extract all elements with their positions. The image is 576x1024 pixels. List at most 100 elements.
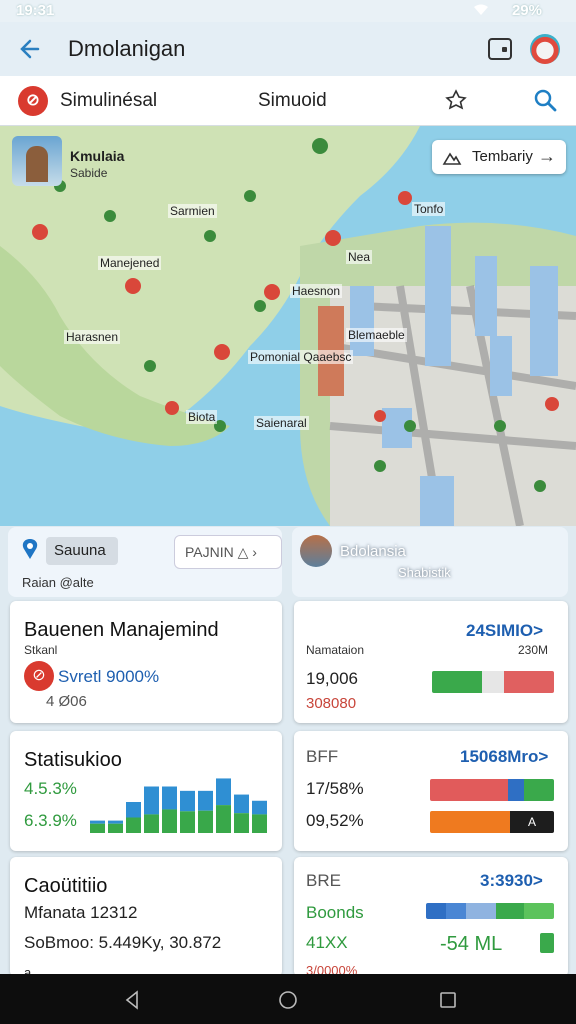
card-value-2: 41XX — [306, 933, 348, 952]
card-link[interactable]: 3:3930> — [480, 871, 543, 891]
terrain-button[interactable]: Tembariy → — [432, 140, 566, 174]
recents-icon[interactable] — [438, 990, 458, 1010]
poi-subtitle: Sabide — [70, 166, 108, 180]
chart-bar-blue — [90, 820, 105, 824]
card-title: Caoütitiio — [24, 875, 108, 897]
stat-value-1: 4.5.3% — [24, 779, 77, 798]
map-label[interactable]: Manejened — [98, 256, 162, 270]
chart-bar-green — [162, 809, 177, 833]
map-label[interactable]: Blemaeble — [346, 328, 407, 342]
chart-bar-green — [108, 823, 123, 833]
poi-title: Kmulaia — [70, 148, 125, 164]
brand-name[interactable]: Simulinésal — [60, 90, 157, 112]
chart-bar-blue — [252, 800, 267, 815]
chart-bar-blue — [126, 802, 141, 818]
chart-bar-blue — [198, 790, 213, 811]
page-title: Dmolanigan — [68, 36, 186, 61]
back-icon[interactable] — [122, 990, 142, 1010]
status-bar: 19:31 29% — [0, 0, 576, 22]
chart-bar-blue — [144, 786, 159, 815]
map-label[interactable]: Nea — [346, 250, 373, 264]
region-title: Bdolansia — [340, 543, 406, 560]
mini-bar — [540, 933, 554, 953]
system-nav-bar — [0, 974, 576, 1024]
chart-bar-green — [126, 817, 141, 833]
home-icon[interactable] — [278, 990, 298, 1010]
comparison-card[interactable]: BFF 15068Mro> 17/58% 09,52% A — [294, 731, 568, 851]
filter-select[interactable]: PAJNIN △ › — [174, 535, 282, 569]
card-title: Bauenen Manajemind — [24, 619, 219, 641]
tab-simuoid[interactable]: Simuoid — [258, 90, 327, 112]
poi-card[interactable]: Kmulaia Sabide — [12, 136, 125, 188]
top-toolbar: ⊘ Simulinésal Simuoid — [0, 76, 576, 126]
wifi-icon — [474, 4, 488, 15]
map-label[interactable]: Sarmien — [168, 204, 217, 218]
card-link[interactable]: 15068Mro> — [460, 747, 548, 767]
progress-bar — [432, 671, 554, 693]
map-label[interactable]: Tonfo — [412, 202, 446, 216]
progress-bar-1 — [430, 779, 554, 801]
chart-bar-green — [198, 810, 213, 833]
terrain-icon — [442, 152, 462, 165]
location-chip[interactable]: Sauuna — [46, 537, 118, 565]
region-thumbnail — [300, 535, 332, 567]
chart-bar-blue — [162, 786, 177, 810]
bar-chart — [90, 778, 267, 833]
location-chip-panel: Sauuna Raian @alte PAJNIN △ › — [8, 527, 282, 597]
card-label: BFF — [306, 747, 339, 766]
chart-bar-green — [144, 814, 159, 833]
card-small-right: 230M — [518, 643, 549, 657]
card-value-3: -54 ML — [440, 933, 503, 955]
chart-bar-blue — [234, 794, 249, 814]
location-pin-icon — [22, 539, 38, 559]
location-sub: Raian @alte — [22, 575, 94, 590]
region-chip-panel[interactable]: Bdolansia Shabistik — [292, 527, 568, 597]
chart-bar-blue — [216, 778, 231, 806]
metrics-card[interactable]: Namataion 24SIMIO> 230M 19,006 308080 — [294, 601, 568, 723]
region-sub: Shabistik — [398, 565, 451, 580]
favorites-icon[interactable] — [444, 88, 468, 112]
alert-icon: ⊘ — [24, 661, 54, 691]
card-value-1: 17/58% — [306, 779, 364, 798]
card-value-1: 19,006 — [306, 669, 358, 688]
card-line2: SoBmoo: 5.449Ky, 30.872 — [24, 933, 222, 952]
battery-text: 29% — [511, 2, 542, 19]
map-label[interactable]: Haesnon — [290, 284, 343, 298]
segment-bar — [426, 903, 554, 919]
chart-bar-green — [234, 813, 249, 833]
progress-bar-2: A — [430, 811, 554, 833]
poi-thumbnail — [12, 136, 62, 186]
card-link[interactable]: 24SIMIO> — [466, 621, 543, 641]
map-label[interactable]: Pomonial Qaaebsc — [248, 350, 354, 364]
terrain-label: Tembariy — [472, 148, 533, 165]
statistics-card[interactable]: Statisukioo 4.5.3% 6.3.9% — [10, 731, 282, 851]
card-title: Statisukioo — [24, 749, 122, 771]
back-arrow-icon[interactable] — [18, 36, 44, 62]
balance-card[interactable]: BRE 3:3930> Boonds 41XX -54 ML 3/0000% — [294, 857, 568, 978]
arrow-right-icon: → — [538, 146, 556, 166]
card-line1: Svretl 9000% — [58, 667, 160, 686]
card-line2: 4 Ø06 — [46, 693, 87, 710]
chart-bar-green — [216, 805, 231, 833]
capacity-card[interactable]: Caoütitiio Mfanata 12312 SoBmoo: 5.449Ky… — [10, 857, 282, 980]
chart-bar-blue — [108, 820, 123, 824]
avatar[interactable] — [530, 34, 560, 64]
map-label[interactable]: Biota — [186, 410, 218, 424]
card-small-left: Namataion — [306, 643, 365, 657]
search-icon[interactable] — [532, 87, 558, 113]
card-label: BRE — [306, 871, 341, 890]
wallet-icon[interactable] — [488, 38, 512, 60]
card-subtitle: Stkanl — [24, 643, 58, 657]
chart-bar-green — [252, 814, 267, 833]
management-card[interactable]: Bauenen Manajemind Stkanl ⊘ Svretl 9000%… — [10, 601, 282, 723]
chart-bar-green — [90, 823, 105, 833]
stat-value-2: 6.3.9% — [24, 811, 77, 830]
status-time: 19:31 — [16, 2, 55, 19]
chart-bar-blue — [180, 790, 195, 812]
badge: A — [510, 811, 554, 833]
card-line1: Mfanata 12312 — [24, 903, 138, 922]
brand-logo-icon[interactable]: ⊘ — [18, 86, 48, 116]
map-label[interactable]: Harasnen — [64, 330, 121, 344]
map-label[interactable]: Saienaral — [254, 416, 309, 430]
card-value-2: 09,52% — [306, 811, 364, 830]
